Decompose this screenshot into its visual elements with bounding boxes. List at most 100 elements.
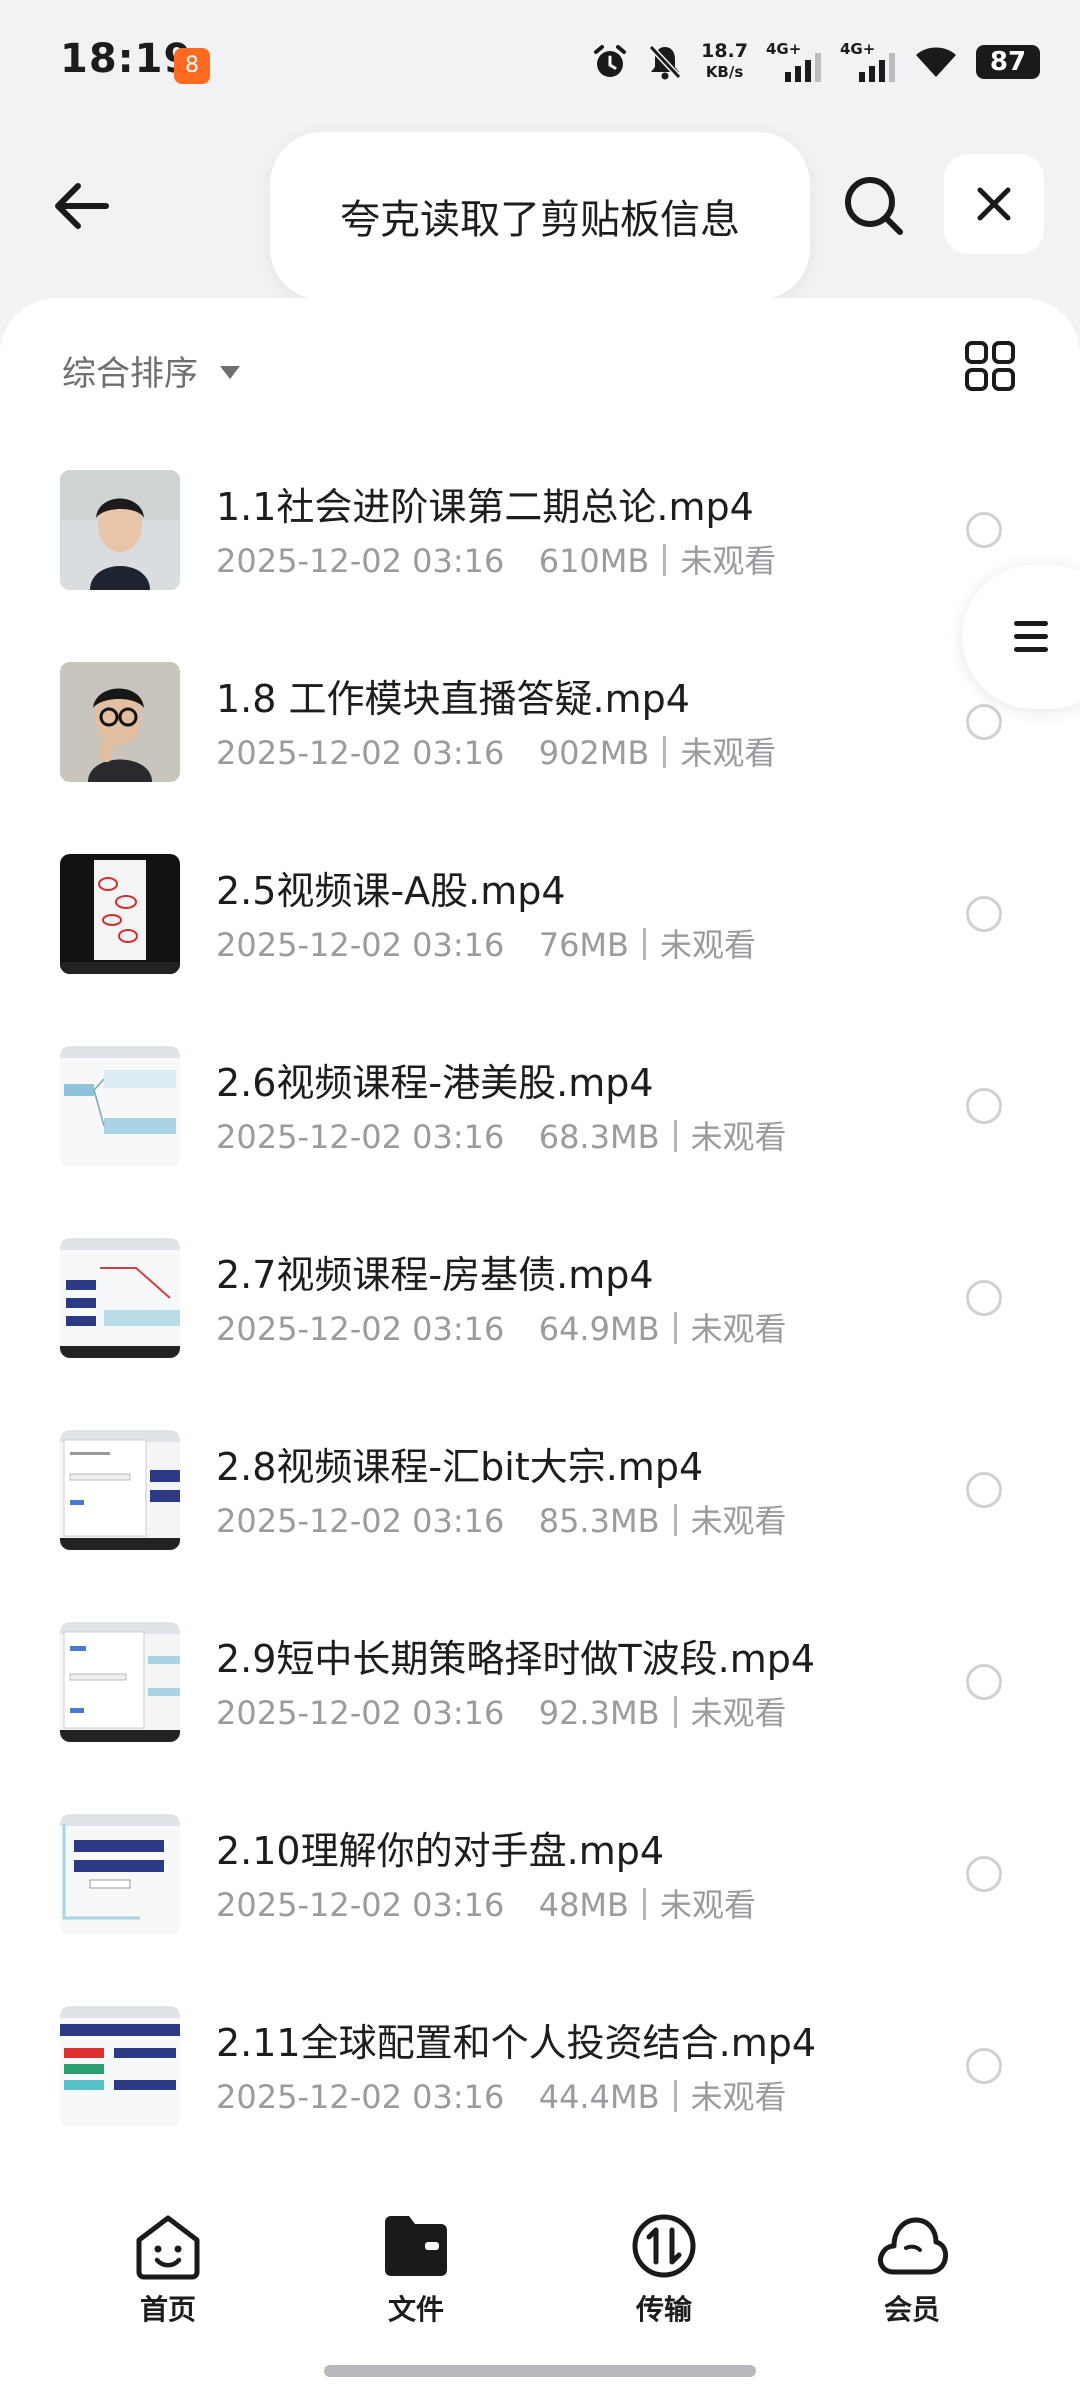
divider bbox=[673, 1120, 677, 1152]
select-radio[interactable] bbox=[966, 1088, 1002, 1124]
video-thumbnail bbox=[60, 854, 180, 974]
file-row[interactable]: 2.10理解你的对手盘.mp4 2025-12-02 03:16 48MB 未观看 bbox=[0, 1776, 1080, 1968]
nav-home[interactable]: 首页 bbox=[88, 2212, 248, 2328]
file-date: 2025-12-02 03:16 bbox=[216, 926, 505, 964]
video-thumbnail-image bbox=[60, 1814, 180, 1934]
select-radio[interactable] bbox=[966, 2048, 1002, 2084]
file-list: 1.1社会进阶课第二期总论.mp4 2025-12-02 03:16 610MB… bbox=[0, 432, 1080, 2160]
select-radio[interactable] bbox=[966, 896, 1002, 932]
video-thumbnail bbox=[60, 1238, 180, 1358]
home-indicator[interactable] bbox=[324, 2365, 756, 2377]
video-thumbnail bbox=[60, 1430, 180, 1550]
file-date: 2025-12-02 03:16 bbox=[216, 1502, 505, 1540]
transfer-icon bbox=[632, 2214, 696, 2278]
select-radio[interactable] bbox=[966, 512, 1002, 548]
select-radio[interactable] bbox=[966, 704, 1002, 740]
nav-label: 会员 bbox=[883, 2293, 940, 2326]
file-date: 2025-12-02 03:16 bbox=[216, 734, 505, 772]
search-button[interactable] bbox=[840, 172, 908, 240]
video-thumbnail bbox=[60, 662, 180, 782]
status-icons: 18.7 KB/s 4G+ 4G+ 87 bbox=[591, 40, 1040, 84]
app-notification-icon: 8 bbox=[174, 48, 210, 84]
folder-icon bbox=[385, 2216, 447, 2276]
video-thumbnail bbox=[60, 2006, 180, 2126]
video-thumbnail-image bbox=[60, 1622, 180, 1742]
watch-status: 未观看 bbox=[690, 2078, 787, 2116]
file-date: 2025-12-02 03:16 bbox=[216, 1118, 505, 1156]
watch-status: 未观看 bbox=[659, 926, 756, 964]
back-button[interactable] bbox=[48, 172, 116, 240]
file-name: 2.6视频课程-港美股.mp4 bbox=[216, 1061, 654, 1105]
video-thumbnail bbox=[60, 1622, 180, 1742]
divider bbox=[663, 736, 667, 768]
file-meta: 2025-12-02 03:16 85.3MB 未观看 bbox=[216, 1496, 787, 1542]
watch-status: 未观看 bbox=[680, 542, 777, 580]
file-row[interactable]: 2.6视频课程-港美股.mp4 2025-12-02 03:16 68.3MB 未… bbox=[0, 1008, 1080, 1200]
arrow-left-icon bbox=[55, 183, 109, 229]
nav-label: 传输 bbox=[635, 2293, 692, 2326]
file-size: 902MB bbox=[538, 734, 650, 772]
divider bbox=[642, 928, 646, 960]
search-icon bbox=[845, 177, 903, 235]
divider bbox=[663, 544, 667, 576]
network-speed: 18.7 KB/s bbox=[701, 40, 748, 82]
select-radio[interactable] bbox=[966, 1856, 1002, 1892]
status-bar: 18:19 8 18.7 KB/s 4G+ 4G+ 87 bbox=[0, 0, 1080, 130]
file-size: 64.9MB bbox=[538, 1310, 660, 1348]
divider bbox=[673, 1312, 677, 1344]
file-size: 610MB bbox=[538, 542, 650, 580]
file-name: 1.8 工作模块直播答疑.mp4 bbox=[216, 677, 690, 721]
quark-file-list-screen: 18:19 8 18.7 KB/s 4G+ 4G+ 87 夸克读取了剪贴板信息 … bbox=[0, 0, 1080, 2400]
battery-indicator: 87 bbox=[976, 45, 1040, 79]
video-thumbnail-image bbox=[60, 662, 180, 782]
file-size: 68.3MB bbox=[538, 1118, 660, 1156]
file-meta: 2025-12-02 03:16 64.9MB 未观看 bbox=[216, 1304, 787, 1350]
nav-transfer[interactable]: 传输 bbox=[584, 2212, 744, 2328]
signal-bars-icon bbox=[785, 53, 821, 82]
file-meta: 2025-12-02 03:16 610MB 未观看 bbox=[216, 536, 776, 582]
watch-status: 未观看 bbox=[690, 1118, 787, 1156]
nav-files[interactable]: 文件 bbox=[336, 2212, 496, 2328]
video-thumbnail bbox=[60, 1814, 180, 1934]
close-button[interactable] bbox=[944, 154, 1044, 254]
caret-down-icon bbox=[220, 366, 240, 379]
nav-label: 文件 bbox=[387, 2293, 444, 2326]
file-row[interactable]: 2.9短中长期策略择时做T波段.mp4 2025-12-02 03:16 92.… bbox=[0, 1584, 1080, 1776]
file-size: 48MB bbox=[538, 1886, 629, 1924]
file-row[interactable]: 1.8 工作模块直播答疑.mp4 2025-12-02 03:16 902MB 未… bbox=[0, 624, 1080, 816]
nav-label: 首页 bbox=[139, 2293, 196, 2326]
video-thumbnail-image bbox=[60, 1238, 180, 1358]
grid-view-button[interactable] bbox=[964, 340, 1016, 392]
menu-icon bbox=[1014, 621, 1048, 652]
file-size: 76MB bbox=[538, 926, 629, 964]
select-radio[interactable] bbox=[966, 1472, 1002, 1508]
sort-dropdown[interactable]: 综合排序 bbox=[62, 346, 240, 395]
close-icon bbox=[977, 187, 1011, 221]
file-row[interactable]: 2.8视频课程-汇bit大宗.mp4 2025-12-02 03:16 85.3… bbox=[0, 1392, 1080, 1584]
select-radio[interactable] bbox=[966, 1280, 1002, 1316]
file-meta: 2025-12-02 03:16 68.3MB 未观看 bbox=[216, 1112, 787, 1158]
nav-member[interactable]: 会员 bbox=[832, 2212, 992, 2328]
video-thumbnail-image bbox=[60, 2006, 180, 2126]
file-date: 2025-12-02 03:16 bbox=[216, 542, 505, 580]
file-name: 2.11全球配置和个人投资结合.mp4 bbox=[216, 2021, 817, 2065]
video-thumbnail bbox=[60, 470, 180, 590]
select-radio[interactable] bbox=[966, 1664, 1002, 1700]
clipboard-toast: 夸克读取了剪贴板信息 bbox=[270, 132, 810, 300]
file-meta: 2025-12-02 03:16 92.3MB 未观看 bbox=[216, 1688, 787, 1734]
file-meta: 2025-12-02 03:16 44.4MB 未观看 bbox=[216, 2072, 787, 2118]
file-name: 2.8视频课程-汇bit大宗.mp4 bbox=[216, 1445, 704, 1489]
home-face-icon bbox=[136, 2215, 200, 2280]
divider bbox=[642, 1888, 646, 1920]
file-meta: 2025-12-02 03:16 902MB 未观看 bbox=[216, 728, 776, 774]
file-row[interactable]: 2.7视频课程-房基债.mp4 2025-12-02 03:16 64.9MB 未… bbox=[0, 1200, 1080, 1392]
file-row[interactable]: 2.11全球配置和个人投资结合.mp4 2025-12-02 03:16 44.… bbox=[0, 1968, 1080, 2160]
divider bbox=[673, 1504, 677, 1536]
file-date: 2025-12-02 03:16 bbox=[216, 1886, 505, 1924]
file-meta: 2025-12-02 03:16 76MB 未观看 bbox=[216, 920, 756, 966]
watch-status: 未观看 bbox=[659, 1886, 756, 1924]
file-row[interactable]: 1.1社会进阶课第二期总论.mp4 2025-12-02 03:16 610MB… bbox=[0, 432, 1080, 624]
file-size: 44.4MB bbox=[538, 2078, 660, 2116]
divider bbox=[673, 1696, 677, 1728]
file-row[interactable]: 2.5视频课-A股.mp4 2025-12-02 03:16 76MB 未观看 bbox=[0, 816, 1080, 1008]
